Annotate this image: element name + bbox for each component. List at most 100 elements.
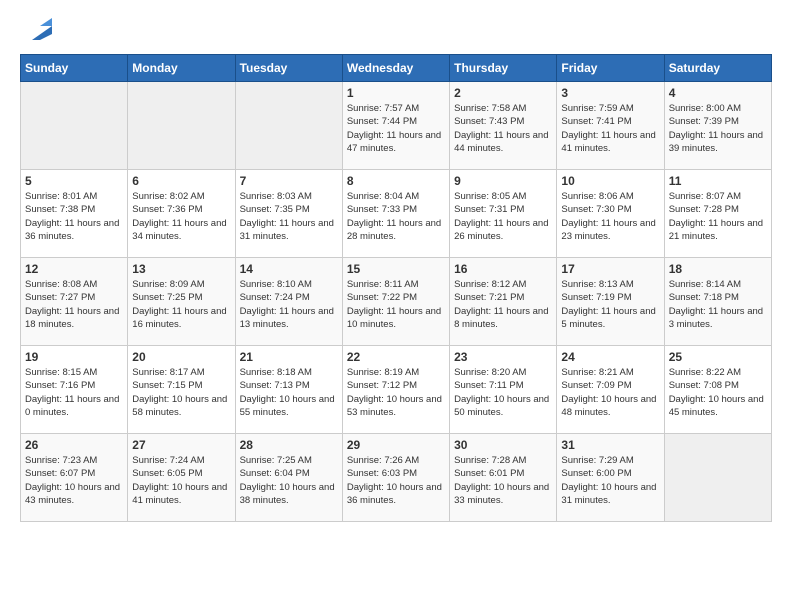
day-number: 31 [561,438,659,452]
day-number: 11 [669,174,767,188]
daylight-label: Daylight: 10 hours and 55 minutes. [240,394,335,418]
sunset-label: Sunset: 7:30 PM [561,204,631,215]
sunrise-label: Sunrise: 8:13 AM [561,279,633,290]
day-number: 29 [347,438,445,452]
sunrise-label: Sunrise: 8:06 AM [561,191,633,202]
sunrise-label: Sunrise: 8:11 AM [347,279,419,290]
day-number: 12 [25,262,123,276]
sunset-label: Sunset: 7:36 PM [132,204,202,215]
calendar-cell: 31 Sunrise: 7:29 AM Sunset: 6:00 PM Dayl… [557,434,664,522]
sunrise-label: Sunrise: 8:19 AM [347,367,419,378]
calendar-cell: 1 Sunrise: 7:57 AM Sunset: 7:44 PM Dayli… [342,82,449,170]
cell-content: Sunrise: 8:07 AM Sunset: 7:28 PM Dayligh… [669,190,767,243]
calendar-cell: 18 Sunrise: 8:14 AM Sunset: 7:18 PM Dayl… [664,258,771,346]
day-number: 17 [561,262,659,276]
sunset-label: Sunset: 7:39 PM [669,116,739,127]
cell-content: Sunrise: 8:05 AM Sunset: 7:31 PM Dayligh… [454,190,552,243]
sunrise-label: Sunrise: 7:58 AM [454,103,526,114]
day-number: 25 [669,350,767,364]
sunset-label: Sunset: 7:12 PM [347,380,417,391]
day-number: 30 [454,438,552,452]
daylight-label: Daylight: 10 hours and 45 minutes. [669,394,764,418]
day-header-tuesday: Tuesday [235,55,342,82]
calendar-cell: 28 Sunrise: 7:25 AM Sunset: 6:04 PM Dayl… [235,434,342,522]
calendar-cell: 23 Sunrise: 8:20 AM Sunset: 7:11 PM Dayl… [450,346,557,434]
sunrise-label: Sunrise: 7:28 AM [454,455,526,466]
daylight-label: Daylight: 10 hours and 38 minutes. [240,482,335,506]
sunset-label: Sunset: 6:00 PM [561,468,631,479]
sunrise-label: Sunrise: 7:57 AM [347,103,419,114]
sunrise-label: Sunrise: 8:04 AM [347,191,419,202]
calendar-cell [664,434,771,522]
daylight-label: Daylight: 10 hours and 36 minutes. [347,482,442,506]
day-number: 5 [25,174,123,188]
sunrise-label: Sunrise: 8:05 AM [454,191,526,202]
sunrise-label: Sunrise: 7:24 AM [132,455,204,466]
sunrise-label: Sunrise: 7:29 AM [561,455,633,466]
cell-content: Sunrise: 8:17 AM Sunset: 7:15 PM Dayligh… [132,366,230,419]
day-number: 23 [454,350,552,364]
week-row-5: 26 Sunrise: 7:23 AM Sunset: 6:07 PM Dayl… [21,434,772,522]
sunrise-label: Sunrise: 7:25 AM [240,455,312,466]
day-number: 9 [454,174,552,188]
page-header [20,20,772,44]
calendar-cell [21,82,128,170]
daylight-label: Daylight: 10 hours and 53 minutes. [347,394,442,418]
sunrise-label: Sunrise: 8:17 AM [132,367,204,378]
sunset-label: Sunset: 7:09 PM [561,380,631,391]
cell-content: Sunrise: 8:02 AM Sunset: 7:36 PM Dayligh… [132,190,230,243]
day-number: 2 [454,86,552,100]
calendar-cell: 26 Sunrise: 7:23 AM Sunset: 6:07 PM Dayl… [21,434,128,522]
daylight-label: Daylight: 11 hours and 18 minutes. [25,306,119,330]
daylight-label: Daylight: 11 hours and 21 minutes. [669,218,763,242]
calendar-cell: 27 Sunrise: 7:24 AM Sunset: 6:05 PM Dayl… [128,434,235,522]
week-row-4: 19 Sunrise: 8:15 AM Sunset: 7:16 PM Dayl… [21,346,772,434]
day-number: 8 [347,174,445,188]
calendar-cell: 14 Sunrise: 8:10 AM Sunset: 7:24 PM Dayl… [235,258,342,346]
sunset-label: Sunset: 7:19 PM [561,292,631,303]
daylight-label: Daylight: 11 hours and 34 minutes. [132,218,226,242]
week-row-2: 5 Sunrise: 8:01 AM Sunset: 7:38 PM Dayli… [21,170,772,258]
day-header-wednesday: Wednesday [342,55,449,82]
sunset-label: Sunset: 6:05 PM [132,468,202,479]
day-number: 13 [132,262,230,276]
cell-content: Sunrise: 8:12 AM Sunset: 7:21 PM Dayligh… [454,278,552,331]
daylight-label: Daylight: 11 hours and 23 minutes. [561,218,655,242]
day-number: 4 [669,86,767,100]
sunset-label: Sunset: 7:13 PM [240,380,310,391]
sunset-label: Sunset: 7:38 PM [25,204,95,215]
calendar-cell: 16 Sunrise: 8:12 AM Sunset: 7:21 PM Dayl… [450,258,557,346]
day-number: 16 [454,262,552,276]
daylight-label: Daylight: 10 hours and 48 minutes. [561,394,656,418]
sunset-label: Sunset: 7:21 PM [454,292,524,303]
sunrise-label: Sunrise: 7:26 AM [347,455,419,466]
sunrise-label: Sunrise: 8:18 AM [240,367,312,378]
cell-content: Sunrise: 8:11 AM Sunset: 7:22 PM Dayligh… [347,278,445,331]
cell-content: Sunrise: 8:08 AM Sunset: 7:27 PM Dayligh… [25,278,123,331]
cell-content: Sunrise: 7:58 AM Sunset: 7:43 PM Dayligh… [454,102,552,155]
calendar-cell: 29 Sunrise: 7:26 AM Sunset: 6:03 PM Dayl… [342,434,449,522]
daylight-label: Daylight: 10 hours and 41 minutes. [132,482,227,506]
daylight-label: Daylight: 11 hours and 36 minutes. [25,218,119,242]
cell-content: Sunrise: 8:15 AM Sunset: 7:16 PM Dayligh… [25,366,123,419]
sunset-label: Sunset: 7:35 PM [240,204,310,215]
sunrise-label: Sunrise: 8:01 AM [25,191,97,202]
day-header-monday: Monday [128,55,235,82]
day-number: 22 [347,350,445,364]
daylight-label: Daylight: 10 hours and 58 minutes. [132,394,227,418]
day-number: 6 [132,174,230,188]
calendar-cell: 9 Sunrise: 8:05 AM Sunset: 7:31 PM Dayli… [450,170,557,258]
cell-content: Sunrise: 8:21 AM Sunset: 7:09 PM Dayligh… [561,366,659,419]
daylight-label: Daylight: 11 hours and 39 minutes. [669,130,763,154]
day-number: 24 [561,350,659,364]
cell-content: Sunrise: 8:13 AM Sunset: 7:19 PM Dayligh… [561,278,659,331]
cell-content: Sunrise: 8:00 AM Sunset: 7:39 PM Dayligh… [669,102,767,155]
calendar-cell: 17 Sunrise: 8:13 AM Sunset: 7:19 PM Dayl… [557,258,664,346]
sunset-label: Sunset: 7:27 PM [25,292,95,303]
day-header-friday: Friday [557,55,664,82]
day-number: 18 [669,262,767,276]
calendar-cell: 11 Sunrise: 8:07 AM Sunset: 7:28 PM Dayl… [664,170,771,258]
calendar-cell: 24 Sunrise: 8:21 AM Sunset: 7:09 PM Dayl… [557,346,664,434]
day-number: 15 [347,262,445,276]
sunset-label: Sunset: 7:25 PM [132,292,202,303]
